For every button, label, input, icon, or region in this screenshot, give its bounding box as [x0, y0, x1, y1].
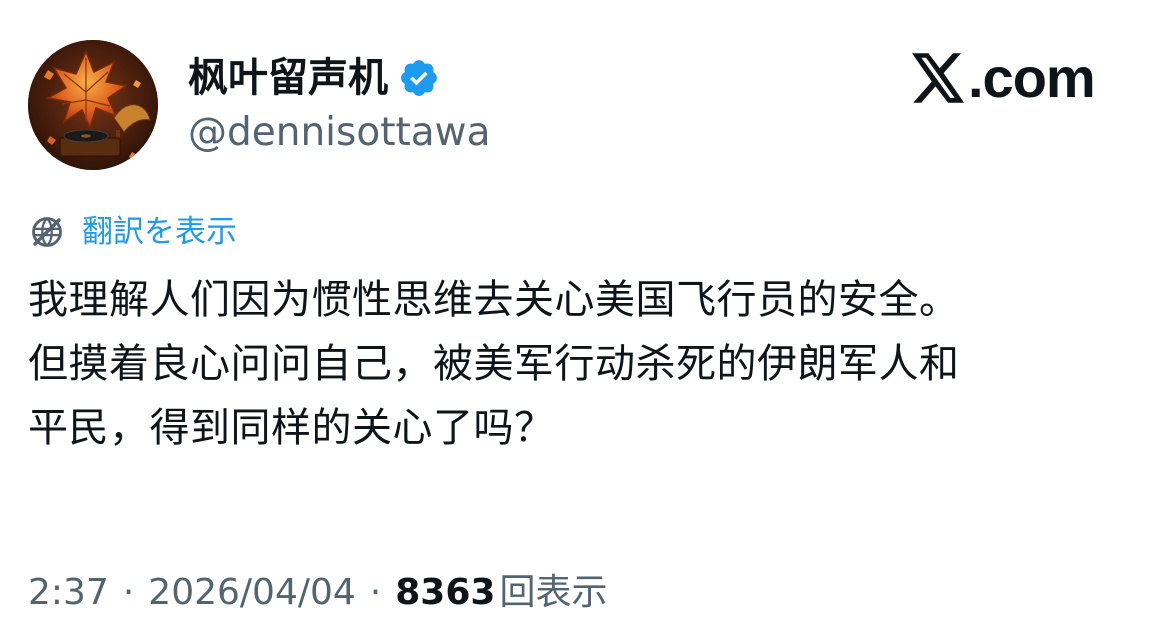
tweet-line: 我理解人们因为惯性思维去关心美国飞行员的安全。	[28, 277, 960, 323]
tweet-date[interactable]: 2026/04/04	[148, 566, 356, 620]
x-logo-icon	[912, 53, 965, 103]
author-handle[interactable]: @dennisottawa	[188, 108, 490, 158]
display-name[interactable]: 枫叶留声机	[188, 50, 388, 106]
tweet-line: 平民，得到同样的关心了吗？	[28, 405, 555, 451]
views-label: 回表示	[499, 572, 608, 613]
brand-logo: .com	[912, 46, 1096, 110]
tweet-card: 枫叶留声机 @dennisottawa .com 翻訳を表示 我理解人们因为惯性…	[0, 0, 1170, 634]
globe-icon	[32, 217, 62, 247]
tweet-body: 我理解人们因为惯性思维去关心美国飞行员的安全。 但摸着良心问问自己，被美军行动杀…	[28, 268, 1158, 460]
translate-label[interactable]: 翻訳を表示	[82, 210, 237, 254]
tweet-meta: 2:37 · 2026/04/04 · 8363 回表示	[28, 566, 607, 620]
meta-separator: ·	[369, 572, 382, 613]
meta-separator: ·	[122, 572, 135, 613]
tweet-line: 但摸着良心问问自己，被美军行动杀死的伊朗军人和	[28, 341, 960, 387]
tweet-time[interactable]: 2:37	[28, 566, 109, 620]
autumn-leaf-gramophone-avatar	[28, 40, 158, 170]
views-count[interactable]: 8363	[395, 566, 495, 620]
verified-badge-icon[interactable]	[398, 57, 440, 99]
translate-button[interactable]: 翻訳を表示	[28, 210, 237, 254]
avatar[interactable]	[28, 40, 158, 170]
brand-domain-text: .com	[968, 46, 1096, 109]
author-name-row[interactable]: 枫叶留声机	[188, 50, 440, 106]
